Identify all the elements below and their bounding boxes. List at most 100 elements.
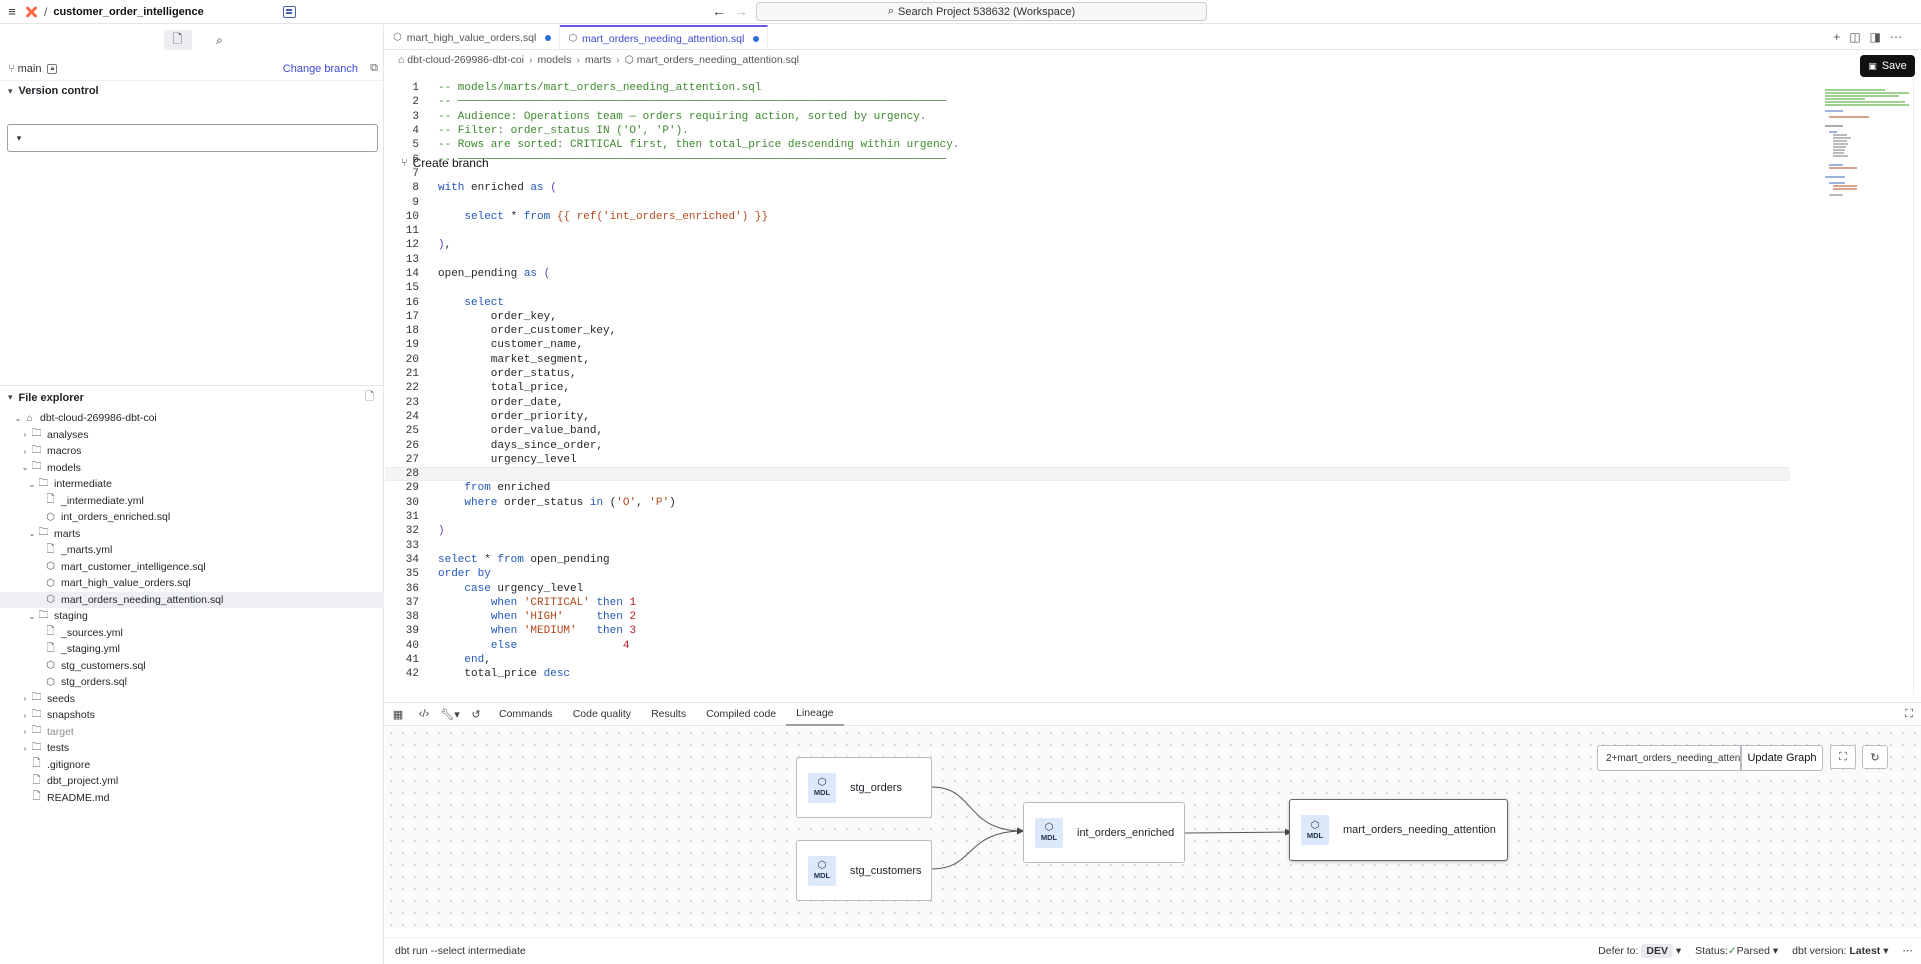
back-arrow-icon[interactable]: ←	[712, 3, 734, 19]
code-line[interactable]: 18 order_customer_key,	[385, 324, 1790, 338]
code-editor[interactable]: 1 -- models/marts/mart_orders_needing_att…	[385, 81, 1790, 695]
tree-item[interactable]: ⬡ mart_high_value_orders.sql	[0, 575, 384, 592]
tree-item[interactable]: ⌄ 🗀 marts	[0, 526, 384, 543]
code-line[interactable]: 15	[385, 281, 1790, 295]
code-line[interactable]: 34 select * from open_pending	[385, 553, 1790, 567]
lineage-node-int-orders-enriched[interactable]: ⬡ MDL int_orders_enriched	[1023, 802, 1185, 863]
chevron-right-icon[interactable]: ›	[20, 430, 30, 439]
history-icon[interactable]: ↺	[463, 708, 489, 721]
tab-compiled-code[interactable]: Compiled code	[696, 703, 786, 726]
chevron-down-icon[interactable]: ⌄	[13, 414, 23, 423]
lineage-node-mart-orders-needing-attention[interactable]: ⬡ MDL mart_orders_needing_attention	[1289, 799, 1508, 861]
last-command[interactable]: dbt run --select intermediate	[385, 945, 526, 957]
tree-item[interactable]: ⬡ mart_customer_intelligence.sql	[0, 559, 384, 576]
editor-tab-active[interactable]: ⬡ mart_orders_needing_attention.sql	[560, 25, 769, 50]
code-line[interactable]: 30 where order_status in ('O', 'P')	[385, 496, 1790, 510]
defer-selector[interactable]: Defer to: DEV ▾	[1598, 944, 1681, 958]
table-icon[interactable]: ▦	[385, 708, 411, 721]
code-line[interactable]: 37 when 'CRITICAL' then 1	[385, 596, 1790, 610]
refresh-icon[interactable]: ↻	[1862, 745, 1888, 769]
fit-view-icon[interactable]: ⛶	[1830, 745, 1856, 769]
chevron-right-icon[interactable]: ›	[20, 744, 30, 753]
code-line[interactable]: 13	[385, 253, 1790, 267]
tree-item[interactable]: › 🗀 seeds	[0, 691, 384, 708]
code-line[interactable]: 24 order_priority,	[385, 410, 1790, 424]
lineage-canvas[interactable]: ⬡ MDL stg_orders ⬡ MDL stg_customers ⬡ MDL …	[385, 727, 1921, 928]
code-line[interactable]: 5 -- Rows are sorted: CRITICAL first, the…	[385, 138, 1790, 152]
tree-item[interactable]: › 🗀 macros	[0, 443, 384, 460]
parse-status[interactable]: Status:✓Parsed ▾	[1695, 945, 1778, 957]
change-branch-link[interactable]: Change branch	[283, 63, 358, 75]
code-line[interactable]: 25 order_value_band,	[385, 424, 1790, 438]
version-control-header[interactable]: ▾ Version control	[0, 80, 384, 102]
code-line[interactable]: 6 -- ────────────────────────────────────…	[385, 152, 1790, 166]
code-line[interactable]: 20 market_segment,	[385, 353, 1790, 367]
tree-item[interactable]: › 🗀 target	[0, 724, 384, 741]
code-line[interactable]: 4 -- Filter: order_status IN ('O', 'P').	[385, 124, 1790, 138]
code-line[interactable]: 22 total_price,	[385, 381, 1790, 395]
code-line[interactable]: 33	[385, 539, 1790, 553]
tree-item[interactable]: ⌄ 🗀 intermediate	[0, 476, 384, 493]
code-line[interactable]: 3 -- Audience: Operations team — orders r…	[385, 110, 1790, 124]
code-line[interactable]: 17 order_key,	[385, 310, 1790, 324]
chevron-right-icon[interactable]: ›	[20, 711, 30, 720]
chevron-down-icon[interactable]: ⌄	[20, 463, 30, 472]
project-title[interactable]: customer_order_intelligence	[53, 6, 203, 18]
tab-commands[interactable]: Commands	[489, 703, 563, 726]
maximize-panel-icon[interactable]: ⛶	[1905, 708, 1913, 721]
code-line[interactable]: 39 when 'MEDIUM' then 3	[385, 624, 1790, 638]
dbt-logo-icon[interactable]	[24, 5, 38, 19]
tree-item[interactable]: ⬡ stg_orders.sql	[0, 674, 384, 691]
tree-item[interactable]: ⬡ int_orders_enriched.sql	[0, 509, 384, 526]
chevron-down-icon[interactable]: ⌄	[27, 529, 37, 538]
split-view-icon[interactable]: ◫	[1849, 30, 1869, 44]
code-line[interactable]: 40 else 4	[385, 639, 1790, 653]
tree-item[interactable]: ⌄ ⌂ dbt-cloud-269986-dbt-coi	[0, 410, 384, 427]
layout-icon[interactable]: ◨	[1870, 30, 1890, 44]
lineage-node-stg-orders[interactable]: ⬡ MDL stg_orders	[796, 757, 932, 818]
code-line[interactable]: 38 when 'HIGH' then 2	[385, 610, 1790, 624]
code-line[interactable]: 42 total_price desc	[385, 667, 1790, 681]
code-line[interactable]: 11	[385, 224, 1790, 238]
search-tab-icon[interactable]: ⌕	[206, 30, 234, 50]
code-line[interactable]: 31	[385, 510, 1790, 524]
code-line[interactable]: 14 open_pending as (	[385, 267, 1790, 281]
breadcrumb-item[interactable]: mart_orders_needing_attention.sql	[637, 54, 799, 66]
tab-code-quality[interactable]: Code quality	[563, 703, 641, 726]
editor-scrollbar[interactable]	[1913, 81, 1921, 695]
dbt-version-selector[interactable]: dbt version: Latest ▾	[1792, 945, 1888, 957]
chevron-down-icon[interactable]: ⌄	[27, 480, 37, 489]
tree-item[interactable]: › 🗀 analyses	[0, 427, 384, 444]
code-line[interactable]: 8 with enriched as (	[385, 181, 1790, 195]
code-line[interactable]: 7	[385, 167, 1790, 181]
project-search-box[interactable]: ⌕ Search Project 538632 (Workspace)	[756, 2, 1207, 21]
menu-icon[interactable]: ≡	[2, 4, 22, 19]
lineage-node-stg-customers[interactable]: ⬡ MDL stg_customers	[796, 840, 932, 901]
new-file-icon[interactable]: 🗋	[365, 388, 374, 407]
code-line[interactable]: 26 days_since_order,	[385, 438, 1790, 452]
tree-item[interactable]: 🗋 .gitignore	[0, 757, 384, 774]
more-icon[interactable]: ⋯	[1903, 945, 1914, 957]
save-button[interactable]: ▣ Save	[1860, 55, 1915, 77]
tree-item[interactable]: 🗋 dbt_project.yml	[0, 773, 384, 790]
tree-item[interactable]: 🗋 _staging.yml	[0, 641, 384, 658]
code-line[interactable]: 32)	[385, 524, 1790, 538]
code-line[interactable]: 12),	[385, 238, 1790, 252]
tree-item[interactable]: ⌄ 🗀 models	[0, 460, 384, 477]
minimap[interactable]	[1811, 81, 1921, 201]
graph-selector-input[interactable]: 2+mart_orders_needing_attention	[1597, 745, 1741, 771]
tree-item[interactable]: 🗋 _marts.yml	[0, 542, 384, 559]
chevron-right-icon[interactable]: ›	[20, 694, 30, 703]
code-line[interactable]: 27 urgency_level	[385, 453, 1790, 467]
tab-lineage[interactable]: Lineage	[786, 703, 844, 726]
code-line[interactable]: 28	[385, 467, 1790, 482]
code-line[interactable]: 23 order_date,	[385, 396, 1790, 410]
code-line[interactable]: 1 -- models/marts/mart_orders_needing_att…	[385, 81, 1790, 95]
breadcrumb-item[interactable]: models	[538, 54, 572, 66]
code-line[interactable]: 16 select	[385, 295, 1790, 309]
code-line[interactable]: 29 from enriched	[385, 481, 1790, 495]
code-line[interactable]: 9	[385, 195, 1790, 209]
breadcrumb-item[interactable]: marts	[585, 54, 611, 66]
code-line[interactable]: 21 order_status,	[385, 367, 1790, 381]
breadcrumb-item[interactable]: dbt-cloud-269986-dbt-coi	[407, 54, 524, 66]
